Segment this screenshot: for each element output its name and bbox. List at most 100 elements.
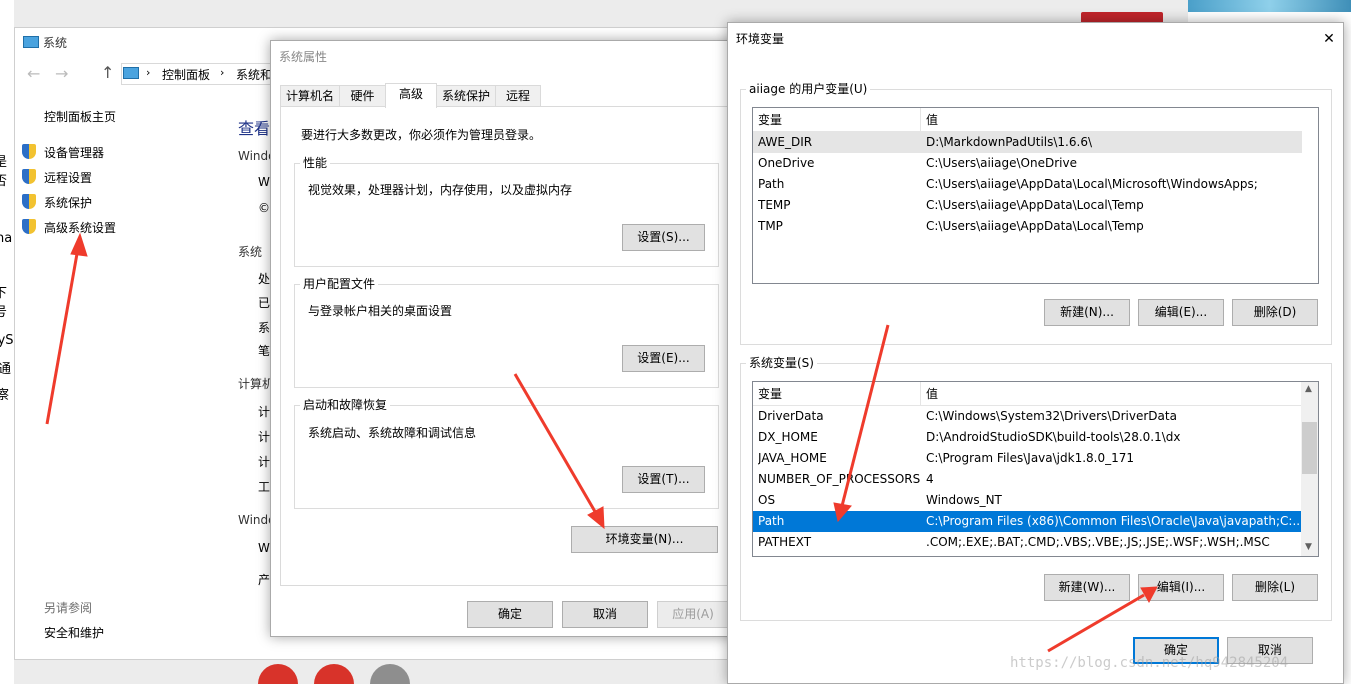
content-label: 计 [258, 455, 271, 469]
user-variables-label: aiiage 的用户变量(U) [746, 82, 871, 96]
user-profiles-label: 用户配置文件 [300, 277, 379, 291]
content-label: 计 [258, 430, 271, 444]
table-row[interactable]: Path C:\Users\aiiage\AppData\Local\Micros… [753, 174, 1302, 195]
performance-settings-button[interactable]: 设置(S)... [622, 224, 705, 251]
envvars-title: 环境变量 [736, 32, 785, 46]
user-delete-button[interactable]: 删除(D) [1232, 299, 1318, 326]
variable-name-cell: AWE_DIR [758, 135, 813, 149]
variable-value-cell: C:\Program Files\Java\jdk1.8.0_171 [926, 451, 1135, 465]
content-label: 笔 [258, 344, 271, 358]
col-variable[interactable]: 变量 [758, 382, 782, 406]
performance-label: 性能 [300, 156, 331, 170]
system-edit-button[interactable]: 编辑(I)... [1138, 574, 1224, 601]
table-row[interactable]: OS Windows_NT [753, 490, 1302, 511]
environment-variables-button[interactable]: 环境变量(N)... [571, 526, 718, 553]
vertical-scrollbar[interactable]: ▲ ▼ [1301, 382, 1318, 556]
variable-value-cell: C:\Program Files (x86)\Common Files\Orac… [926, 514, 1304, 528]
breadcrumb-system[interactable]: 系统和 [236, 66, 272, 83]
table-row[interactable]: AWE_DIR D:\MarkdownPadUtils\1.6.6\ [753, 132, 1302, 153]
variable-value-cell: D:\AndroidStudioSDK\build-tools\28.0.1\d… [926, 430, 1181, 444]
table-row[interactable]: TEMP C:\Users\aiiage\AppData\Local\Temp [753, 195, 1302, 216]
content-label: 已 [258, 296, 271, 310]
user-new-button[interactable]: 新建(N)... [1044, 299, 1130, 326]
content-label: 产 [258, 573, 271, 587]
variable-value-cell: C:\Users\aiiage\OneDrive [926, 156, 1077, 170]
variable-value-cell: C:\Windows\System32\Drivers\DriverData [926, 409, 1177, 423]
performance-desc: 视觉效果，处理器计划，内存使用，以及虚拟内存 [308, 183, 573, 197]
column-separator [920, 382, 921, 406]
admin-note: 要进行大多数更改，你必须作为管理员登录。 [301, 128, 542, 142]
tab-hardware[interactable]: 硬件 [339, 85, 386, 107]
bottom-save-circle-icon[interactable] [314, 664, 354, 684]
breadcrumb-chevron-icon: › [220, 66, 225, 79]
col-variable[interactable]: 变量 [758, 108, 782, 132]
system-variables-list[interactable]: 变量 值 DriverData C:\Windows\System32\Drive… [752, 381, 1319, 557]
sidebar-item-protection[interactable]: 系统保护 [44, 194, 92, 211]
variable-name-cell: JAVA_HOME [758, 451, 827, 465]
sidebar-item-device-manager[interactable]: 设备管理器 [44, 144, 104, 161]
column-separator [920, 108, 921, 132]
tab-advanced[interactable]: 高级 [385, 83, 437, 108]
bottom-red-circle-icon[interactable] [258, 664, 298, 684]
system-properties-dialog: 系统属性 计算机名 硬件 高级 系统保护 远程 要进行大多数更改，你必须作为管理… [270, 40, 740, 637]
performance-group [294, 163, 719, 267]
content-label: 系统 [238, 245, 263, 259]
forward-arrow-icon[interactable]: → [55, 64, 68, 83]
tab-computer-name[interactable]: 计算机名 [280, 85, 340, 107]
variable-value-cell: C:\Users\aiiage\AppData\Local\Temp [926, 198, 1144, 212]
user-profiles-desc: 与登录帐户相关的桌面设置 [308, 304, 453, 318]
scroll-down-icon[interactable]: ▼ [1305, 542, 1312, 552]
variable-value-cell: .COM;.EXE;.BAT;.CMD;.VBS;.VBE;.JS;.JSE;.… [926, 535, 1270, 549]
table-row[interactable]: OneDrive C:\Users\aiiage\OneDrive [753, 153, 1302, 174]
shield-icon [22, 169, 36, 184]
variable-name-cell: TEMP [758, 198, 791, 212]
sidebar-item-remote[interactable]: 远程设置 [44, 169, 92, 186]
col-value[interactable]: 值 [926, 108, 938, 132]
system-title: 系统 [43, 36, 68, 50]
variable-name-cell: DX_HOME [758, 430, 818, 444]
content-label: 处 [258, 272, 271, 286]
up-arrow-icon[interactable]: ↑ [101, 63, 114, 82]
variable-name-cell: TMP [758, 219, 783, 233]
system-new-button[interactable]: 新建(W)... [1044, 574, 1130, 601]
tab-system-protection[interactable]: 系统保护 [436, 85, 496, 107]
col-value[interactable]: 值 [926, 382, 938, 406]
table-row[interactable]: TMP C:\Users\aiiage\AppData\Local\Temp [753, 216, 1302, 237]
variable-name-cell: OneDrive [758, 156, 815, 170]
table-row[interactable]: DriverData C:\Windows\System32\Drivers\Dr… [753, 406, 1302, 427]
scrollbar-thumb[interactable] [1302, 422, 1317, 474]
sysprops-cancel-button[interactable]: 取消 [562, 601, 648, 628]
content-label: © [258, 201, 270, 215]
sysprops-ok-button[interactable]: 确定 [467, 601, 553, 628]
table-row[interactable]: PATHEXT .COM;.EXE;.BAT;.CMD;.VBS;.VBE;.JS… [753, 532, 1302, 553]
variable-name-cell: Path [758, 177, 785, 191]
security-maintenance-link[interactable]: 安全和维护 [44, 624, 104, 641]
table-row[interactable]: DX_HOME D:\AndroidStudioSDK\build-tools\2… [753, 427, 1302, 448]
system-delete-button[interactable]: 删除(L) [1232, 574, 1318, 601]
watermark: https://blog.csdn.net/hq942845204 [1010, 655, 1289, 671]
content-label: 计算机 [238, 377, 275, 391]
sysprops-titlebar: 系统属性 [271, 41, 739, 73]
table-row[interactable]: NUMBER_OF_PROCESSORS 4 [753, 469, 1302, 490]
user-edit-button[interactable]: 编辑(E)... [1138, 299, 1224, 326]
variable-name-cell: Path [758, 514, 785, 528]
sysprops-apply-button[interactable]: 应用(A) [657, 601, 729, 628]
close-icon[interactable]: ✕ [1319, 30, 1339, 48]
tab-strip: 计算机名 硬件 高级 系统保护 远程 [280, 83, 730, 108]
sidebar-item-advanced[interactable]: 高级系统设置 [44, 219, 116, 236]
back-arrow-icon[interactable]: ← [27, 64, 40, 83]
variable-name-cell: NUMBER_OF_PROCESSORS [758, 472, 920, 486]
startup-recovery-settings-button[interactable]: 设置(T)... [622, 466, 705, 493]
user-profiles-settings-button[interactable]: 设置(E)... [622, 345, 705, 372]
tab-remote[interactable]: 远程 [495, 85, 541, 107]
scroll-up-icon[interactable]: ▲ [1305, 384, 1312, 394]
breadcrumb-control-panel[interactable]: 控制面板 [162, 66, 210, 83]
table-row[interactable]: Path C:\Program Files (x86)\Common Files\… [753, 511, 1304, 532]
bottom-gray-circle-icon[interactable] [370, 664, 410, 684]
startup-recovery-desc: 系统启动、系统故障和调试信息 [308, 426, 477, 440]
table-row[interactable]: JAVA_HOME C:\Program Files\Java\jdk1.8.0_… [753, 448, 1302, 469]
sidebar-home-link[interactable]: 控制面板主页 [44, 108, 116, 125]
variable-name-cell: PATHEXT [758, 535, 812, 549]
variable-name-cell: OS [758, 493, 776, 507]
user-variables-list[interactable]: 变量 值 AWE_DIR D:\MarkdownPadUtils\1.6.6\ On… [752, 107, 1319, 284]
